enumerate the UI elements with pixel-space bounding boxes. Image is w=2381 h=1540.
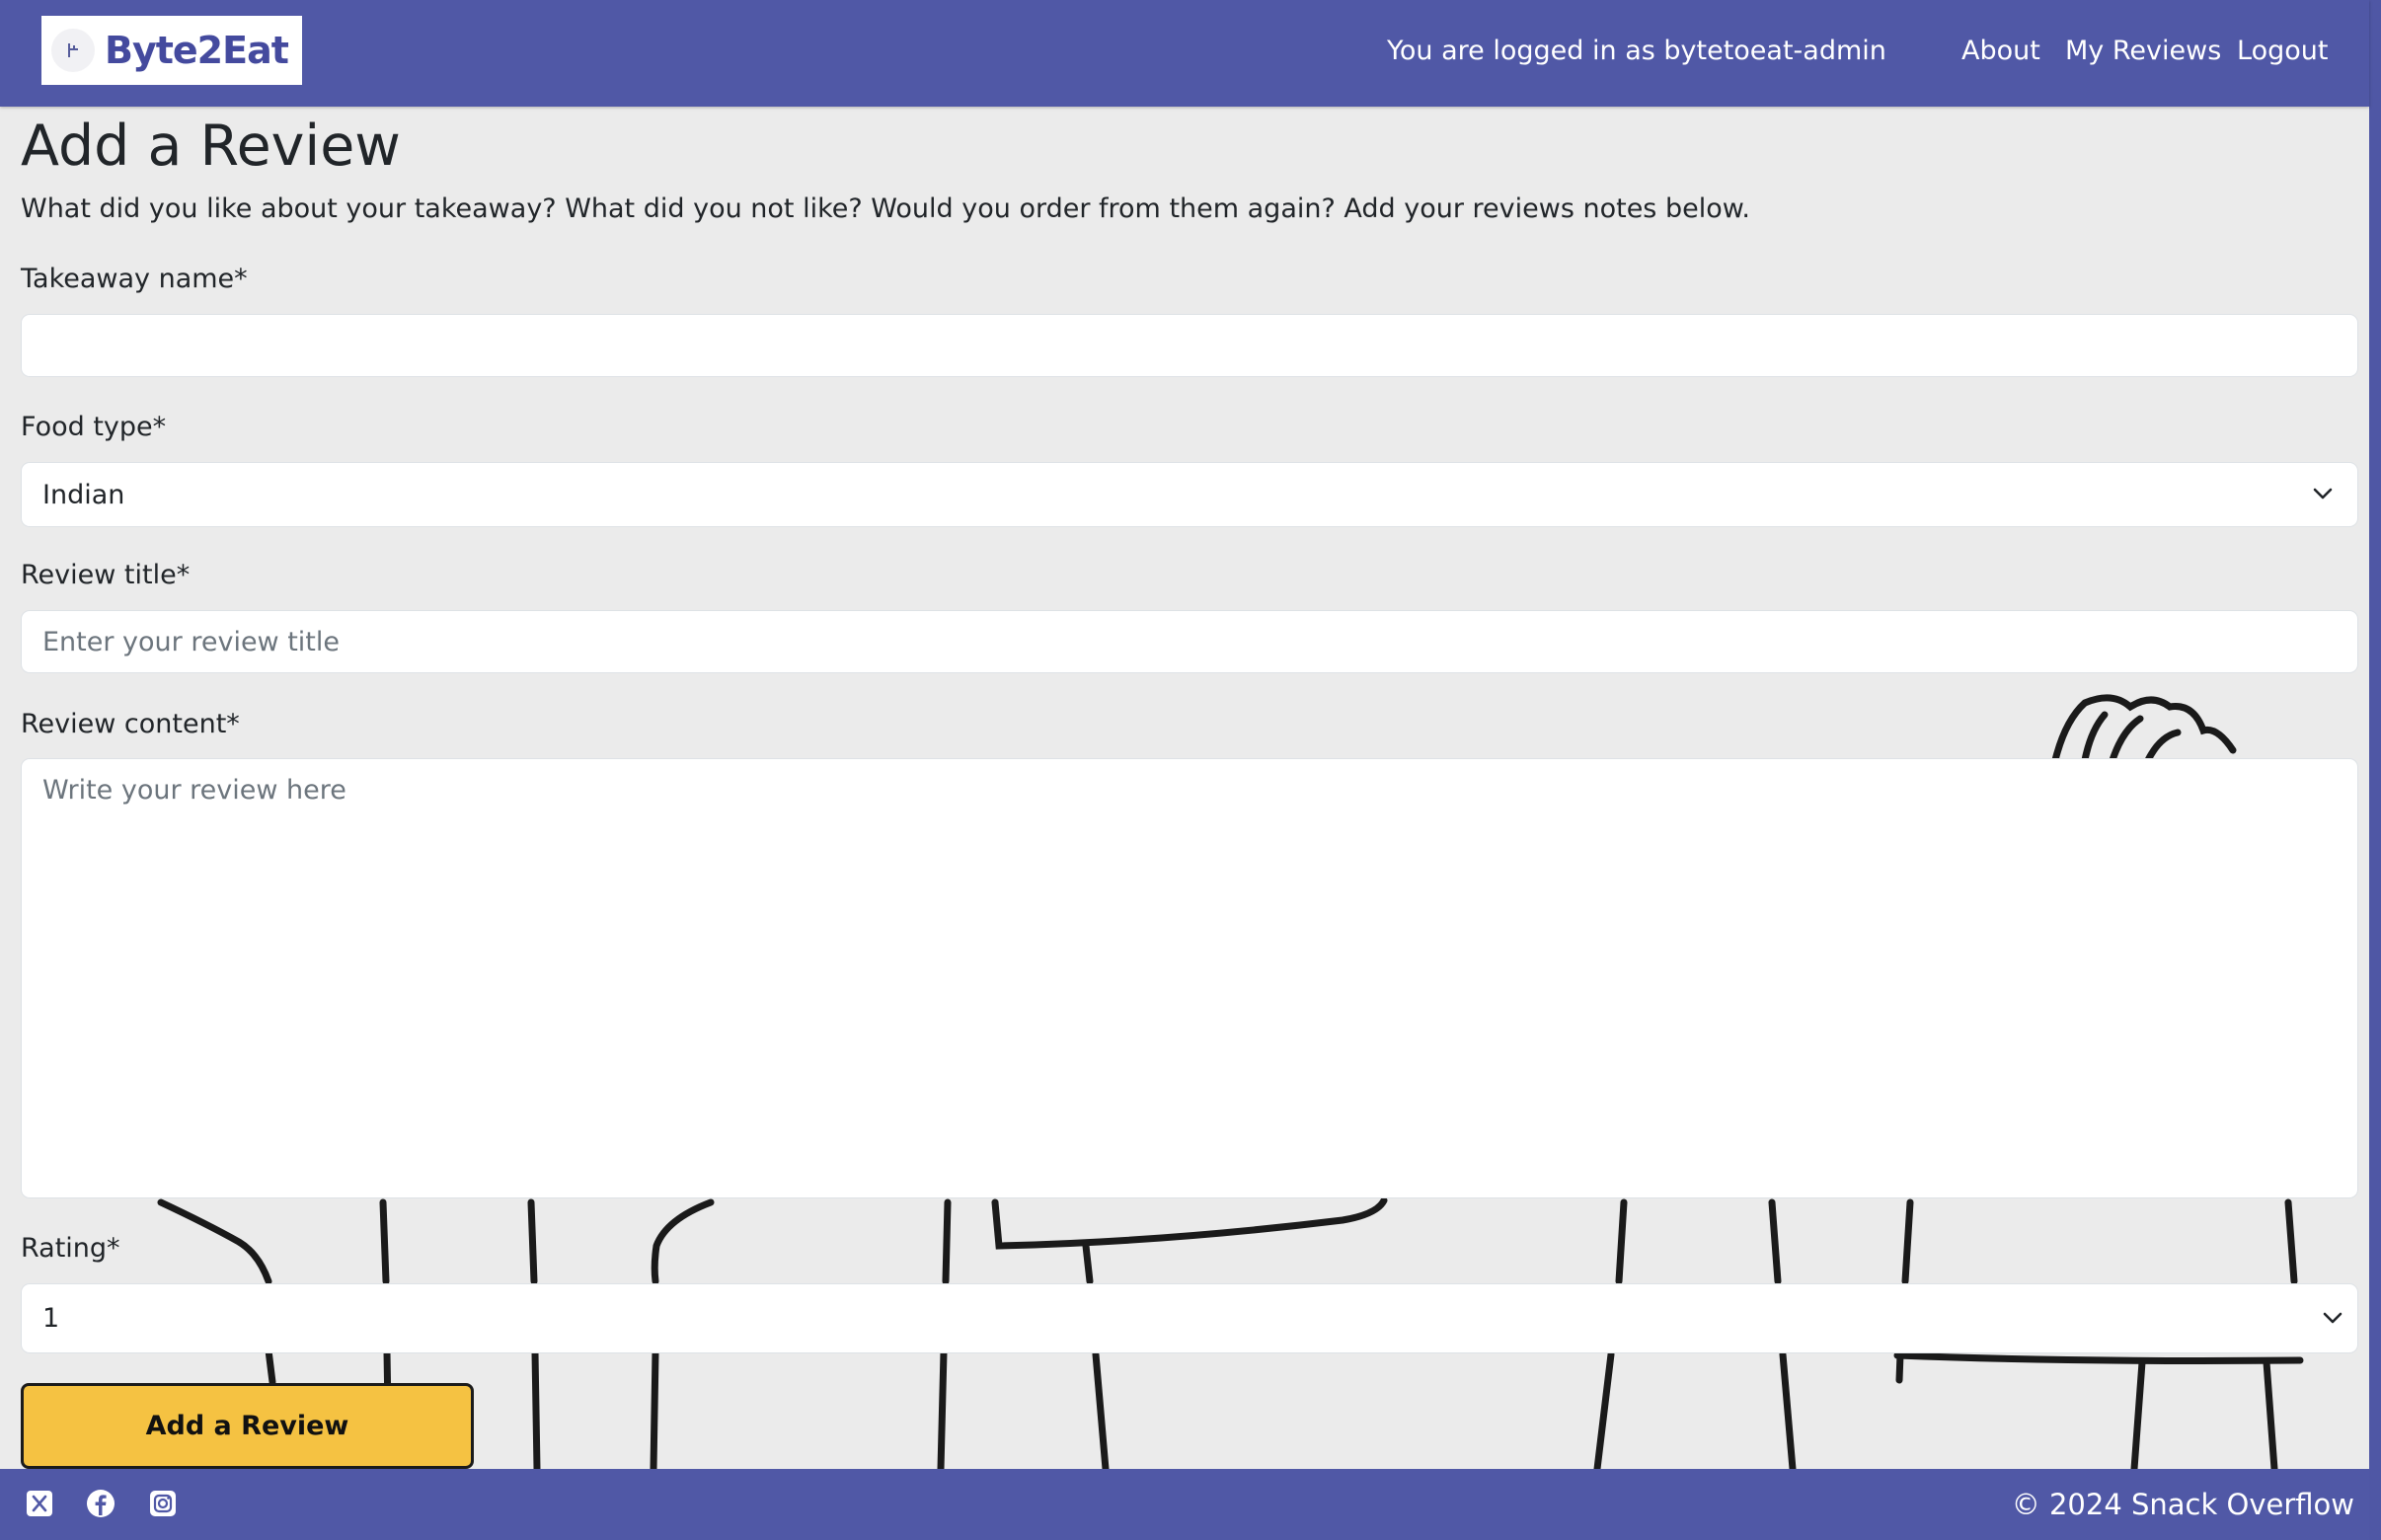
takeaway-name-label: Takeaway name*	[21, 264, 248, 294]
page-intro: What did you like about your takeaway? W…	[21, 193, 1750, 224]
brand-name: Byte2Eat	[105, 29, 289, 72]
review-title-label: Review title*	[21, 560, 191, 590]
takeaway-name-input[interactable]	[21, 314, 2358, 377]
instagram-icon[interactable]	[148, 1489, 178, 1518]
nav-link-my-reviews[interactable]: My Reviews	[2065, 30, 2221, 73]
facebook-icon[interactable]	[86, 1489, 115, 1518]
logo-icon	[51, 29, 95, 72]
rating-select[interactable]: 1	[21, 1283, 2358, 1353]
footer: © 2024 Snack Overflow	[0, 1469, 2369, 1540]
add-review-button[interactable]: Add a Review	[21, 1383, 474, 1469]
page-title: Add a Review	[21, 114, 401, 179]
food-type-select[interactable]: Indian	[21, 462, 2358, 527]
brand-link[interactable]: Byte2Eat	[41, 16, 302, 85]
main-content: Add a Review What did you like about you…	[0, 0, 2369, 1540]
page-scrollbar[interactable]	[2369, 0, 2381, 1540]
review-title-input[interactable]	[21, 610, 2358, 673]
rating-label: Rating*	[21, 1233, 120, 1264]
nav-link-logout[interactable]: Logout	[2237, 30, 2328, 73]
food-type-label: Food type*	[21, 412, 167, 442]
review-content-textarea[interactable]	[21, 758, 2358, 1198]
copyright-text: © 2024 Snack Overflow	[2011, 1488, 2354, 1521]
navbar: Byte2Eat You are logged in as bytetoeat-…	[0, 0, 2369, 107]
nav-link-about[interactable]: About	[1961, 30, 2040, 73]
logged-in-status: You are logged in as bytetoeat-admin	[1387, 36, 1886, 66]
review-content-label: Review content*	[21, 709, 240, 739]
x-twitter-icon[interactable]	[25, 1489, 54, 1518]
